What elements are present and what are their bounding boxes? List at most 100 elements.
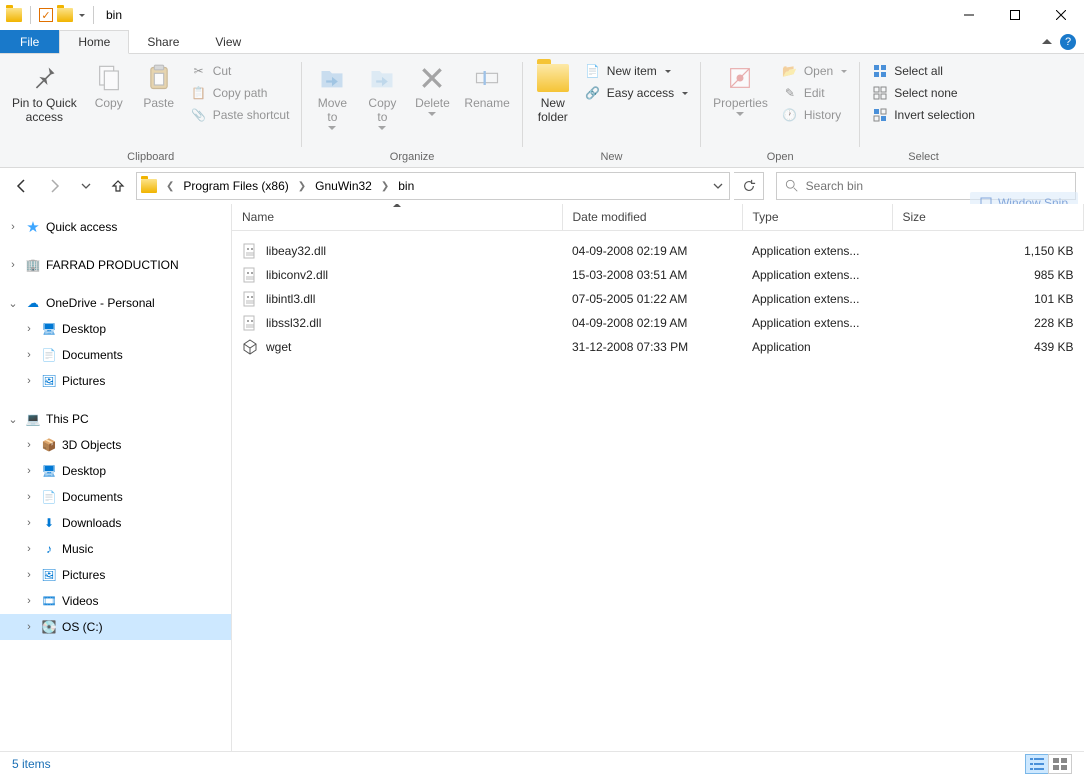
- breadcrumb-segment[interactable]: Program Files (x86): [177, 173, 294, 199]
- chevron-down-icon: [682, 92, 688, 95]
- tree-3d-objects[interactable]: ›📦 3D Objects: [0, 432, 231, 458]
- file-type: Application extens...: [742, 239, 892, 263]
- refresh-button[interactable]: [734, 172, 764, 200]
- tree-music[interactable]: ›♪ Music: [0, 536, 231, 562]
- downloads-icon: ⬇: [40, 514, 58, 532]
- file-row[interactable]: wget31-12-2008 07:33 PMApplication439 KB: [232, 335, 1084, 359]
- tree-pictures[interactable]: ›🖼 Pictures: [0, 562, 231, 588]
- select-all-button[interactable]: Select all: [866, 60, 981, 82]
- tree-onedrive-pictures[interactable]: › 🖼 Pictures: [0, 368, 231, 394]
- search-icon: [785, 179, 799, 193]
- invert-selection-button[interactable]: Invert selection: [866, 104, 981, 126]
- tree-onedrive-desktop[interactable]: › 🖥 Desktop: [0, 316, 231, 342]
- chevron-right-icon[interactable]: ❮: [163, 181, 177, 192]
- chevron-down-icon[interactable]: ⌄: [6, 297, 20, 310]
- chevron-right-icon[interactable]: ❯: [295, 181, 309, 192]
- file-type: Application extens...: [742, 263, 892, 287]
- file-icon: [242, 267, 258, 283]
- pictures-icon: 🖼: [40, 372, 58, 390]
- up-button[interactable]: [104, 172, 132, 200]
- column-type[interactable]: Type: [742, 204, 892, 231]
- tree-videos[interactable]: ›🎞 Videos: [0, 588, 231, 614]
- chevron-right-icon[interactable]: ›: [22, 349, 36, 361]
- clipboard-group-label: Clipboard: [6, 149, 295, 167]
- file-list[interactable]: Name Date modified Type Size libeay32.dl…: [232, 204, 1084, 751]
- open-icon: 📂: [782, 63, 798, 79]
- desktop-icon: 🖥: [40, 462, 58, 480]
- navigation-pane[interactable]: › ★ Quick access › 🏢 FARRAD PRODUCTION ⌄…: [0, 204, 232, 751]
- breadcrumb-segment[interactable]: bin: [392, 173, 420, 199]
- organize-group-label: Organize: [308, 149, 515, 167]
- view-tab[interactable]: View: [197, 30, 259, 53]
- item-count: 5 items: [12, 757, 51, 771]
- tree-quick-access[interactable]: › ★ Quick access: [0, 214, 231, 240]
- file-row[interactable]: libeay32.dll04-09-2008 02:19 AMApplicati…: [232, 239, 1084, 263]
- chevron-right-icon[interactable]: ›: [22, 375, 36, 387]
- chevron-right-icon[interactable]: ›: [6, 259, 20, 271]
- tree-onedrive[interactable]: ⌄ ☁ OneDrive - Personal: [0, 290, 231, 316]
- qat-overflow-icon[interactable]: [79, 14, 85, 17]
- column-size[interactable]: Size: [892, 204, 1084, 231]
- tree-documents[interactable]: ›📄 Documents: [0, 484, 231, 510]
- pin-to-quick-access-button[interactable]: Pin to Quick access: [6, 58, 83, 124]
- select-all-icon: [872, 63, 888, 79]
- tree-farrad[interactable]: › 🏢 FARRAD PRODUCTION: [0, 252, 231, 278]
- file-row[interactable]: libssl32.dll04-09-2008 02:19 AMApplicati…: [232, 311, 1084, 335]
- collapse-ribbon-icon[interactable]: [1042, 39, 1052, 44]
- column-date[interactable]: Date modified: [562, 204, 742, 231]
- recent-locations-button[interactable]: [72, 172, 100, 200]
- breadcrumb-segment[interactable]: GnuWin32: [309, 173, 378, 199]
- tree-downloads[interactable]: ›⬇ Downloads: [0, 510, 231, 536]
- chevron-right-icon[interactable]: ❯: [378, 181, 392, 192]
- column-name[interactable]: Name: [232, 204, 562, 231]
- cut-button: ✂ Cut: [185, 60, 296, 82]
- chevron-down-icon: [841, 70, 847, 73]
- new-folder-button[interactable]: New folder: [529, 58, 577, 124]
- tree-this-pc[interactable]: ⌄ 💻 This PC: [0, 406, 231, 432]
- new-item-button[interactable]: 📄 New item: [579, 60, 694, 82]
- file-tab[interactable]: File: [0, 30, 59, 53]
- address-bar[interactable]: ❮ Program Files (x86) ❯ GnuWin32 ❯ bin: [136, 172, 730, 200]
- delete-button: Delete: [408, 58, 456, 116]
- select-none-button[interactable]: Select none: [866, 82, 981, 104]
- search-input[interactable]: [806, 179, 1067, 193]
- new-group-label: New: [529, 149, 694, 167]
- file-row[interactable]: libiconv2.dll15-03-2008 03:51 AMApplicat…: [232, 263, 1084, 287]
- maximize-button[interactable]: [992, 0, 1038, 30]
- search-box[interactable]: [776, 172, 1076, 200]
- tree-desktop[interactable]: ›🖥 Desktop: [0, 458, 231, 484]
- copy-icon: [93, 62, 125, 94]
- pc-icon: 💻: [24, 410, 42, 428]
- edit-button: ✎ Edit: [776, 82, 853, 104]
- share-tab[interactable]: Share: [129, 30, 197, 53]
- thumbnails-view-button[interactable]: [1048, 754, 1072, 774]
- close-button[interactable]: [1038, 0, 1084, 30]
- tree-onedrive-documents[interactable]: › 📄 Documents: [0, 342, 231, 368]
- chevron-right-icon[interactable]: ›: [6, 221, 20, 233]
- copy-to-button: Copy to: [358, 58, 406, 130]
- tree-os-c[interactable]: ›💽 OS (C:): [0, 614, 231, 640]
- chevron-down-icon[interactable]: ⌄: [6, 413, 20, 426]
- separator: [30, 6, 31, 24]
- easy-access-button[interactable]: 🔗 Easy access: [579, 82, 694, 104]
- home-tab[interactable]: Home: [59, 30, 129, 54]
- details-view-button[interactable]: [1025, 754, 1049, 774]
- back-button[interactable]: [8, 172, 36, 200]
- file-type: Application extens...: [742, 311, 892, 335]
- file-row[interactable]: libintl3.dll07-05-2005 01:22 AMApplicati…: [232, 287, 1084, 311]
- file-size: 439 KB: [892, 335, 1084, 359]
- move-to-icon: [316, 62, 348, 94]
- chevron-down-icon: [736, 112, 744, 116]
- qat-properties-icon[interactable]: ✓: [39, 8, 53, 22]
- properties-icon: [724, 62, 756, 94]
- documents-icon: 📄: [40, 346, 58, 364]
- paste-icon: [143, 62, 175, 94]
- documents-icon: 📄: [40, 488, 58, 506]
- address-history-button[interactable]: [705, 173, 729, 199]
- qat-folder-icon-2[interactable]: [57, 8, 73, 22]
- minimize-button[interactable]: [946, 0, 992, 30]
- paste-shortcut-icon: 📎: [191, 107, 207, 123]
- help-button[interactable]: ?: [1060, 34, 1076, 50]
- videos-icon: 🎞: [40, 592, 58, 610]
- chevron-right-icon[interactable]: ›: [22, 323, 36, 335]
